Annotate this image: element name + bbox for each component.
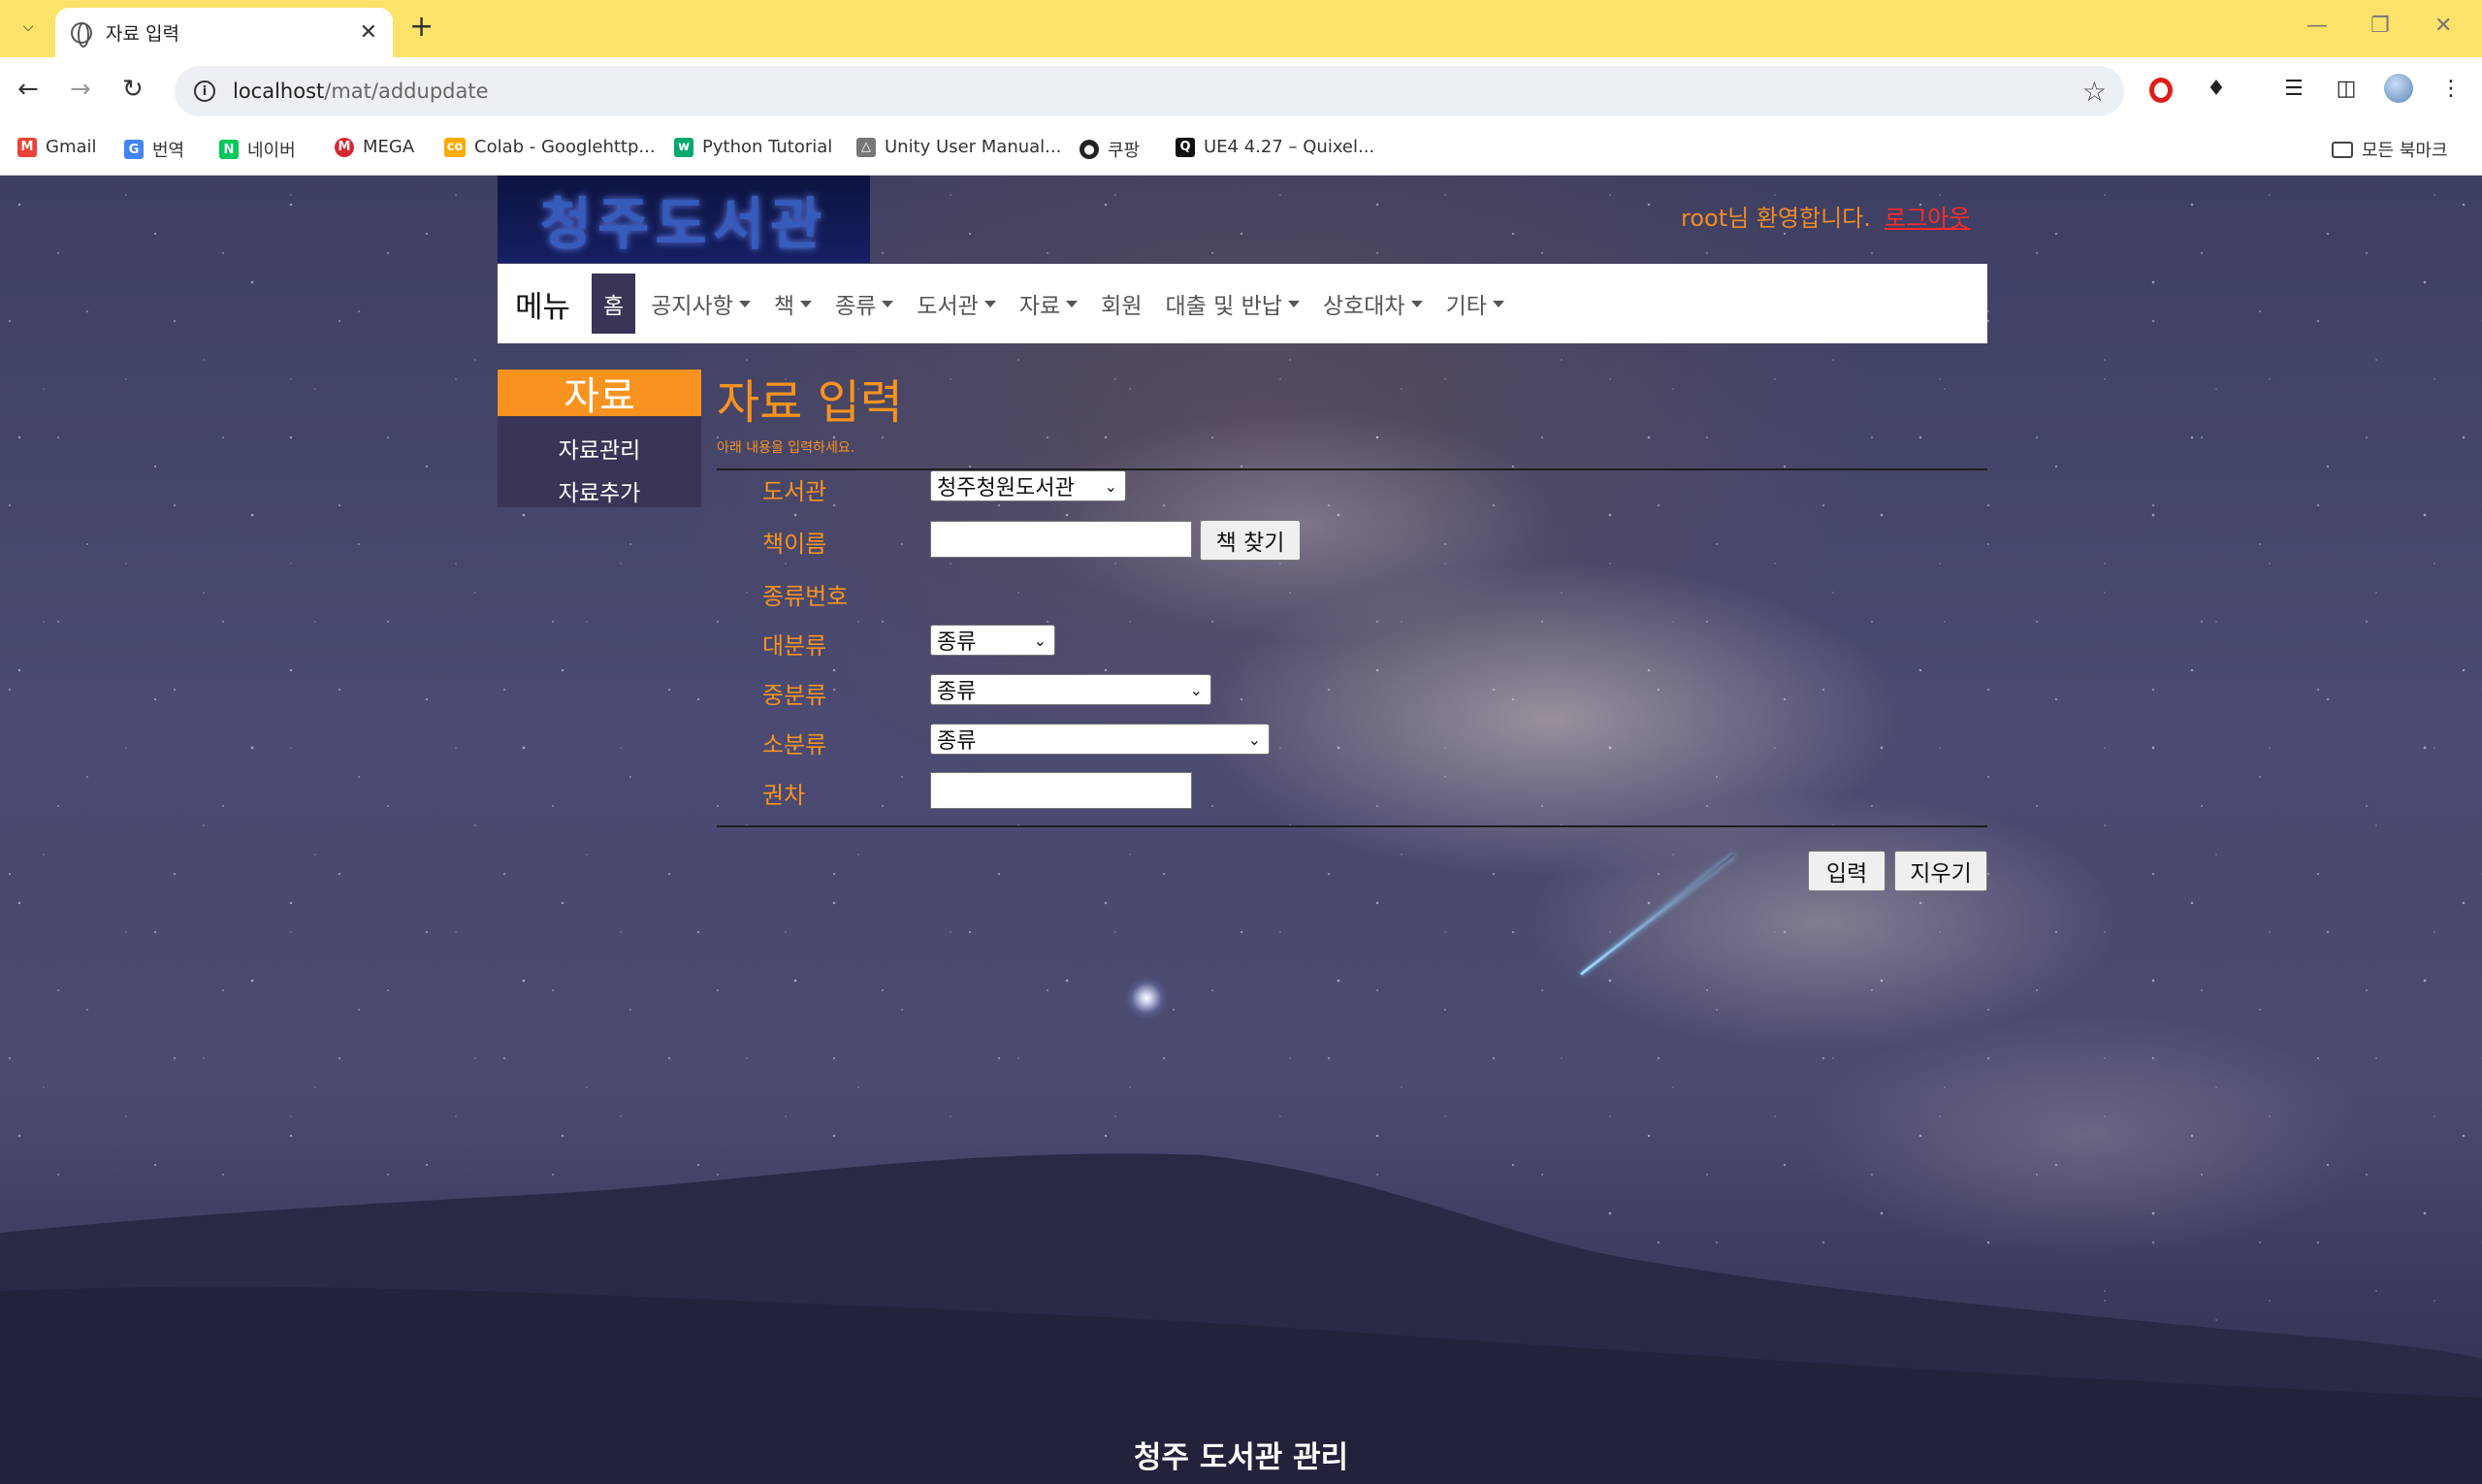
mega-icon: M <box>335 137 354 157</box>
middle-category-label: 중분류 <box>762 682 827 709</box>
tab-search-icon[interactable]: ⌵ <box>14 13 43 42</box>
chevron-down-icon: ⌄ <box>1033 630 1047 650</box>
divider-bottom <box>717 825 1987 827</box>
bookmark-unity[interactable]: △ Unity User Manual... <box>856 137 1061 157</box>
category-number-label: 종류번호 <box>762 583 849 610</box>
quixel-icon: Q <box>1176 137 1195 157</box>
browser-tab[interactable]: 자료 입력 ✕ <box>55 8 393 57</box>
sidebar-menu: 자료관리 자료추가 <box>498 416 701 507</box>
main-navbar: 메뉴 홈 공지사항 책 종류 도서관 자료 회원 대출 및 반납 상호대차 기타 <box>498 264 1987 343</box>
translate-icon: G <box>124 140 144 159</box>
major-category-label: 대분류 <box>762 632 827 660</box>
logout-link[interactable]: 로그아웃 <box>1885 199 1970 233</box>
bookmark-translate[interactable]: G 번역 <box>124 137 184 162</box>
minor-category-label: 소분류 <box>762 731 827 758</box>
url-text: localhost/mat/addupdate <box>233 80 489 103</box>
side-panel-icon[interactable]: ◫ <box>2332 74 2361 103</box>
nav-loan-return[interactable]: 대출 및 반납 <box>1166 287 1300 320</box>
bookmark-python-tutorial[interactable]: w Python Tutorial <box>674 137 832 157</box>
media-control-icon[interactable]: ☰ <box>2279 74 2308 103</box>
site-logo[interactable]: 청주도서관 <box>498 176 870 263</box>
library-select[interactable]: 청주청원도서관 ⌄ <box>930 470 1126 501</box>
new-tab-icon[interactable]: + <box>409 13 434 42</box>
browser-toolbar: ← → ↻ i localhost/mat/addupdate ☆ ♦ ☰ ◫ … <box>0 57 2482 125</box>
nav-interlibrary-loan[interactable]: 상호대차 <box>1323 287 1423 320</box>
bookmark-colab[interactable]: co Colab - Googlehttp... <box>444 137 656 157</box>
reload-icon[interactable]: ↻ <box>122 75 144 104</box>
page-title: 자료 입력 <box>717 375 903 430</box>
find-book-button[interactable]: 책 찾기 <box>1200 520 1301 561</box>
mountain-silhouette <box>0 1153 2482 1484</box>
caret-down-icon <box>738 300 751 307</box>
nav-home[interactable]: 홈 <box>592 274 636 334</box>
page-viewport: 청주도서관 root님 환영합니다. 로그아웃 메뉴 홈 공지사항 책 종류 도… <box>0 176 2482 1484</box>
bookmark-mega[interactable]: M MEGA <box>335 137 414 157</box>
chevron-down-icon: ⌄ <box>1104 476 1117 496</box>
chevron-down-icon: ⌄ <box>1189 680 1203 699</box>
nav-book[interactable]: 책 <box>774 287 813 320</box>
address-bar[interactable]: i localhost/mat/addupdate ☆ <box>175 66 2124 116</box>
bookmark-coupang[interactable]: ● 쿠팡 <box>1080 137 1140 162</box>
gmail-icon: M <box>17 137 37 157</box>
tab-title: 자료 입력 <box>106 23 179 45</box>
w3schools-icon: w <box>674 137 693 157</box>
forward-icon[interactable]: → <box>70 75 91 104</box>
sidebar-item-manage[interactable]: 자료관리 <box>498 430 701 472</box>
sidebar-item-add[interactable]: 자료추가 <box>498 472 701 515</box>
book-name-input[interactable] <box>930 521 1192 558</box>
globe-icon: ● <box>1080 140 1099 159</box>
opera-extension-icon[interactable] <box>2149 78 2173 103</box>
nav-member[interactable]: 회원 <box>1101 287 1142 320</box>
bookmark-gmail[interactable]: M Gmail <box>17 137 97 157</box>
profile-avatar[interactable] <box>2384 74 2413 103</box>
nav-library[interactable]: 도서관 <box>917 287 996 320</box>
bookmark-quixel[interactable]: Q UE4 4.27 – Quixel... <box>1176 137 1374 157</box>
divider-top <box>717 468 1987 470</box>
minor-category-select[interactable]: 종류 ⌄ <box>930 724 1270 755</box>
browser-tab-strip: ⌵ 자료 입력 ✕ + — ❐ ✕ <box>0 0 2482 57</box>
sidebar-title: 자료 <box>498 370 701 419</box>
naver-icon: N <box>219 140 239 159</box>
nav-etc[interactable]: 기타 <box>1446 287 1504 320</box>
caret-down-icon <box>1066 300 1079 307</box>
nav-material[interactable]: 자료 <box>1019 287 1079 320</box>
welcome-message: root님 환영합니다. <box>1681 205 1871 232</box>
unity-icon: △ <box>856 137 876 157</box>
nav-notice[interactable]: 공지사항 <box>651 287 751 320</box>
library-label: 도서관 <box>762 478 827 505</box>
footer-title: 청주 도서관 관리 <box>1133 1440 1349 1475</box>
navbar-brand[interactable]: 메뉴 <box>515 282 570 326</box>
volume-label: 권차 <box>762 782 806 809</box>
minimize-icon[interactable]: — <box>2306 14 2328 38</box>
bookmark-naver[interactable]: N 네이버 <box>219 137 296 162</box>
book-name-label: 책이름 <box>762 531 827 558</box>
nav-category[interactable]: 종류 <box>835 287 894 320</box>
site-info-icon[interactable]: i <box>194 81 215 102</box>
colab-icon: co <box>444 137 466 157</box>
globe-icon <box>71 21 92 48</box>
more-menu-icon[interactable]: ⋮ <box>2436 74 2466 103</box>
clear-button[interactable]: 지우기 <box>1894 851 1987 891</box>
folder-icon <box>2332 141 2353 158</box>
major-category-select[interactable]: 종류 ⌄ <box>930 625 1055 656</box>
back-icon[interactable]: ← <box>17 75 39 104</box>
middle-category-select[interactable]: 종류 ⌄ <box>930 674 1211 705</box>
bookmarks-bar: M Gmail G 번역 N 네이버 M MEGA co Colab - Goo… <box>0 125 2482 176</box>
submit-button[interactable]: 입력 <box>1808 851 1886 891</box>
bookmark-star-icon[interactable]: ☆ <box>2082 76 2107 108</box>
caret-down-icon <box>1287 300 1300 307</box>
all-bookmarks[interactable]: 모든 북마크 <box>2332 137 2448 162</box>
close-window-icon[interactable]: ✕ <box>2434 14 2452 38</box>
caret-down-icon <box>882 300 894 307</box>
chevron-down-icon: ⌄ <box>1247 729 1261 749</box>
extensions-puzzle-icon[interactable]: ♦ <box>2202 74 2231 103</box>
volume-input[interactable] <box>930 772 1192 809</box>
page-subtitle: 아래 내용을 입력하세요. <box>717 440 855 456</box>
caret-down-icon <box>800 300 813 307</box>
caret-down-icon <box>1492 300 1504 307</box>
caret-down-icon <box>983 300 996 307</box>
caret-down-icon <box>1410 300 1423 307</box>
close-tab-icon[interactable]: ✕ <box>360 20 377 45</box>
restore-icon[interactable]: ❐ <box>2370 14 2390 38</box>
